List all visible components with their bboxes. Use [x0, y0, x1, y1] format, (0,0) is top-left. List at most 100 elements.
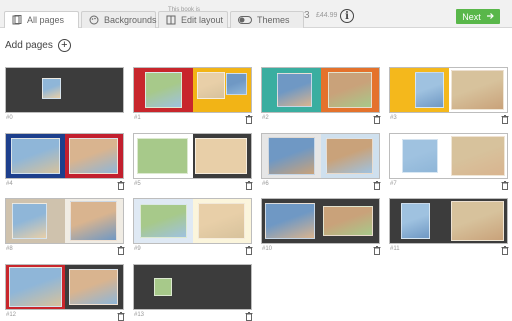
toggle-icon: [238, 16, 252, 24]
photo-thumbnail[interactable]: [154, 278, 173, 296]
page-number-label: #9: [134, 246, 141, 252]
right-page[interactable]: [448, 134, 507, 178]
tab-themes[interactable]: Themes: [230, 11, 304, 28]
trash-icon[interactable]: [245, 246, 253, 255]
trash-icon[interactable]: [245, 181, 253, 190]
palette-icon: [89, 15, 99, 25]
page-spread[interactable]: [5, 133, 124, 179]
photo-thumbnail[interactable]: [69, 268, 119, 306]
page-spread[interactable]: [261, 67, 380, 113]
page-spread[interactable]: [261, 133, 380, 179]
right-page[interactable]: [64, 265, 123, 309]
trash-icon[interactable]: [501, 181, 509, 190]
photo-thumbnail[interactable]: [400, 202, 430, 240]
left-page[interactable]: [390, 134, 449, 178]
left-page[interactable]: [6, 199, 65, 243]
photo-thumbnail[interactable]: [267, 136, 315, 176]
right-page[interactable]: [192, 134, 251, 178]
page-spread[interactable]: [133, 67, 252, 113]
left-page[interactable]: [262, 199, 321, 243]
photo-thumbnail[interactable]: [264, 203, 315, 239]
right-page[interactable]: [192, 199, 251, 243]
left-page[interactable]: [390, 68, 449, 112]
photo-thumbnail[interactable]: [11, 202, 47, 240]
photo-thumbnail[interactable]: [8, 267, 62, 307]
add-pages-button[interactable]: Add pages +: [5, 39, 71, 52]
trash-icon[interactable]: [501, 115, 509, 124]
photo-thumbnail[interactable]: [327, 72, 372, 108]
trash-icon[interactable]: [245, 115, 253, 124]
photo-thumbnail[interactable]: [70, 201, 118, 241]
photo-thumbnail[interactable]: [226, 73, 248, 96]
photo-thumbnail[interactable]: [323, 205, 374, 237]
page-number-label: #6: [262, 181, 269, 187]
page-number-label: #1: [134, 115, 141, 121]
left-page[interactable]: [6, 134, 65, 178]
left-page[interactable]: [134, 265, 193, 309]
tab-all-pages[interactable]: All pages: [4, 11, 79, 28]
trash-icon[interactable]: [373, 181, 381, 190]
page-spread[interactable]: [5, 264, 124, 310]
photo-thumbnail[interactable]: [136, 137, 189, 175]
page-spread[interactable]: [133, 264, 252, 310]
page-spread[interactable]: [261, 198, 380, 244]
left-page[interactable]: [390, 199, 449, 243]
photo-thumbnail[interactable]: [198, 203, 246, 239]
page-spread[interactable]: [133, 133, 252, 179]
photo-thumbnail[interactable]: [326, 137, 374, 175]
photo-thumbnail[interactable]: [401, 139, 438, 173]
page-number-label: #2: [262, 115, 269, 121]
next-label: Next: [462, 11, 481, 22]
page-number-label: #4: [6, 181, 13, 187]
pages-icon: [12, 15, 22, 25]
photo-thumbnail[interactable]: [139, 204, 187, 238]
price-label: £44.99: [316, 12, 338, 19]
left-page[interactable]: [134, 68, 193, 112]
page-spread[interactable]: [389, 67, 508, 113]
left-page[interactable]: [6, 265, 65, 309]
right-page[interactable]: [448, 199, 507, 243]
trash-icon[interactable]: [501, 246, 509, 255]
page-number-label: #3: [390, 115, 397, 121]
right-page[interactable]: [192, 265, 251, 309]
photo-thumbnail[interactable]: [451, 201, 505, 241]
trash-icon[interactable]: [373, 115, 381, 124]
trash-icon[interactable]: [117, 246, 125, 255]
tab-backgrounds[interactable]: Backgrounds: [81, 11, 157, 28]
page-spread[interactable]: [5, 67, 124, 113]
photo-thumbnail[interactable]: [42, 77, 61, 99]
left-page[interactable]: [134, 199, 193, 243]
left-page[interactable]: [6, 68, 65, 112]
photo-thumbnail[interactable]: [69, 138, 119, 174]
right-page[interactable]: [320, 68, 379, 112]
photo-thumbnail[interactable]: [144, 72, 182, 108]
photo-thumbnail[interactable]: [195, 137, 247, 175]
right-page[interactable]: [64, 134, 123, 178]
right-page[interactable]: [192, 68, 251, 112]
photo-thumbnail[interactable]: [451, 70, 505, 110]
left-page[interactable]: [262, 134, 321, 178]
right-page[interactable]: [320, 134, 379, 178]
info-icon[interactable]: i: [340, 9, 354, 23]
page-spread[interactable]: [5, 198, 124, 244]
photo-thumbnail[interactable]: [10, 138, 60, 174]
page-spread[interactable]: [389, 133, 508, 179]
right-page[interactable]: [448, 68, 507, 112]
tab-label: All pages: [27, 15, 65, 25]
left-page[interactable]: [134, 134, 193, 178]
right-page[interactable]: [320, 199, 379, 243]
page-spread[interactable]: [133, 198, 252, 244]
next-button[interactable]: Next: [456, 9, 500, 24]
tab-label: Themes: [257, 15, 290, 25]
left-page[interactable]: [262, 68, 321, 112]
page-spread[interactable]: [389, 198, 508, 244]
trash-icon[interactable]: [117, 181, 125, 190]
photo-thumbnail[interactable]: [450, 135, 505, 177]
photo-thumbnail[interactable]: [197, 71, 226, 99]
trash-icon[interactable]: [373, 246, 381, 255]
right-page[interactable]: [64, 68, 123, 112]
photo-thumbnail[interactable]: [414, 71, 444, 109]
tab-edit-layout[interactable]: Edit layout: [158, 11, 228, 28]
right-page[interactable]: [64, 199, 123, 243]
photo-thumbnail[interactable]: [276, 73, 312, 107]
